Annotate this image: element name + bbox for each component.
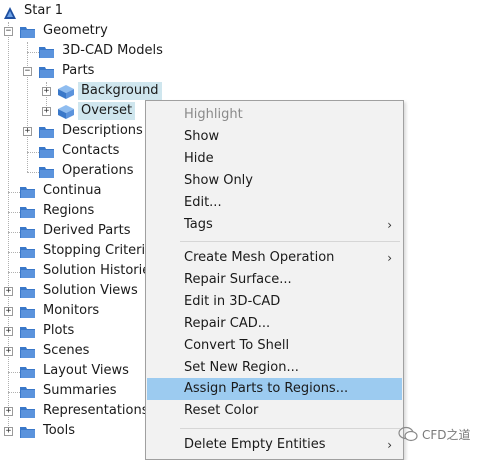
menu-item-delete-empty-entities[interactable]: Delete Empty Entities › [147,434,402,456]
tree-item-label: Stopping Criteria [43,243,154,258]
tree-item-label: Tools [43,423,76,438]
tree-root-label: Star 1 [24,3,64,18]
folder-icon [39,167,54,178]
tree-item-label: Scenes [43,343,90,358]
tree-item-label: Derived Parts [43,223,131,238]
folder-icon [39,127,54,138]
expand-toggle[interactable]: + [4,347,13,356]
watermark-text: CFD之道 [422,427,471,442]
menu-item-hide[interactable]: Hide [147,148,402,170]
menu-separator [180,428,400,429]
tree-item-label: Descriptions [62,123,143,138]
tree-item-label: Monitors [43,303,100,318]
tree-item-label: Background [78,82,162,100]
submenu-arrow-icon: › [387,251,392,265]
expand-toggle[interactable]: + [4,327,13,336]
tree-item-label: Operations [62,163,134,178]
tree-item-label: Representations [43,403,149,418]
menu-item-set-new-region[interactable]: Set New Region... [147,357,402,379]
expand-toggle[interactable]: + [23,127,32,136]
collapse-toggle[interactable]: − [4,27,13,36]
expand-toggle[interactable]: + [4,287,13,296]
menu-separator [180,241,400,242]
tree-item-label: Solution Histories [43,263,158,278]
tree-item-label: Parts [62,63,95,78]
folder-icon [20,307,35,318]
folder-icon [20,327,35,338]
collapse-toggle[interactable]: − [23,67,32,76]
menu-item-highlight: Highlight [184,107,243,122]
expand-toggle[interactable]: + [4,407,13,416]
folder-icon [20,267,35,278]
folder-icon [39,47,54,58]
folder-icon [20,347,35,358]
menu-item-edit[interactable]: Edit... [147,192,402,214]
context-menu: Highlight Show Hide Show Only Edit... Ta… [145,100,404,460]
menu-item-convert-to-shell[interactable]: Convert To Shell [147,335,402,357]
tree-item-label: Continua [43,183,102,198]
folder-icon [20,407,35,418]
tree-item-label: Contacts [62,143,120,158]
tree-item-label: Overset [78,102,136,120]
folder-open-icon [20,27,35,38]
folder-icon [20,287,35,298]
submenu-arrow-icon: › [387,438,392,452]
tree-item-label: Regions [43,203,95,218]
expand-toggle[interactable]: + [42,87,51,96]
menu-item-repair-surface[interactable]: Repair Surface... [147,269,402,291]
expand-toggle[interactable]: + [4,427,13,436]
submenu-arrow-icon: › [387,218,392,232]
folder-icon [20,427,35,438]
tree-item-label: Geometry [43,23,108,38]
folder-icon [20,387,35,398]
folder-icon [20,207,35,218]
star-icon [4,7,16,19]
tree-item-label: Layout Views [43,363,129,378]
menu-item-tags[interactable]: Tags › [147,214,402,236]
menu-item-reset-color[interactable]: Reset Color [147,400,402,422]
menu-item-repair-cad[interactable]: Repair CAD... [147,313,402,335]
expand-toggle[interactable]: + [42,107,51,116]
part-icon [58,105,74,119]
expand-toggle[interactable]: + [4,307,13,316]
folder-icon [39,147,54,158]
tree-item-label: Plots [43,323,75,338]
folder-open-icon [39,67,54,78]
menu-item-assign-parts-to-regions[interactable]: Assign Parts to Regions... [147,378,402,400]
folder-icon [20,367,35,378]
folder-icon [20,187,35,198]
folder-icon [20,227,35,238]
tree-item-label: Solution Views [43,283,138,298]
tree-item-label: 3D-CAD Models [62,43,163,58]
folder-icon [20,247,35,258]
menu-item-show-only[interactable]: Show Only [147,170,402,192]
tree-item-label: Summaries [43,383,117,398]
wechat-icon [398,426,418,442]
part-icon [58,85,74,99]
menu-item-show[interactable]: Show [147,126,402,148]
menu-item-create-mesh-operation[interactable]: Create Mesh Operation › [147,247,402,269]
menu-item-edit-in-3d-cad[interactable]: Edit in 3D-CAD [147,291,402,313]
watermark: CFD之道 [398,424,471,444]
